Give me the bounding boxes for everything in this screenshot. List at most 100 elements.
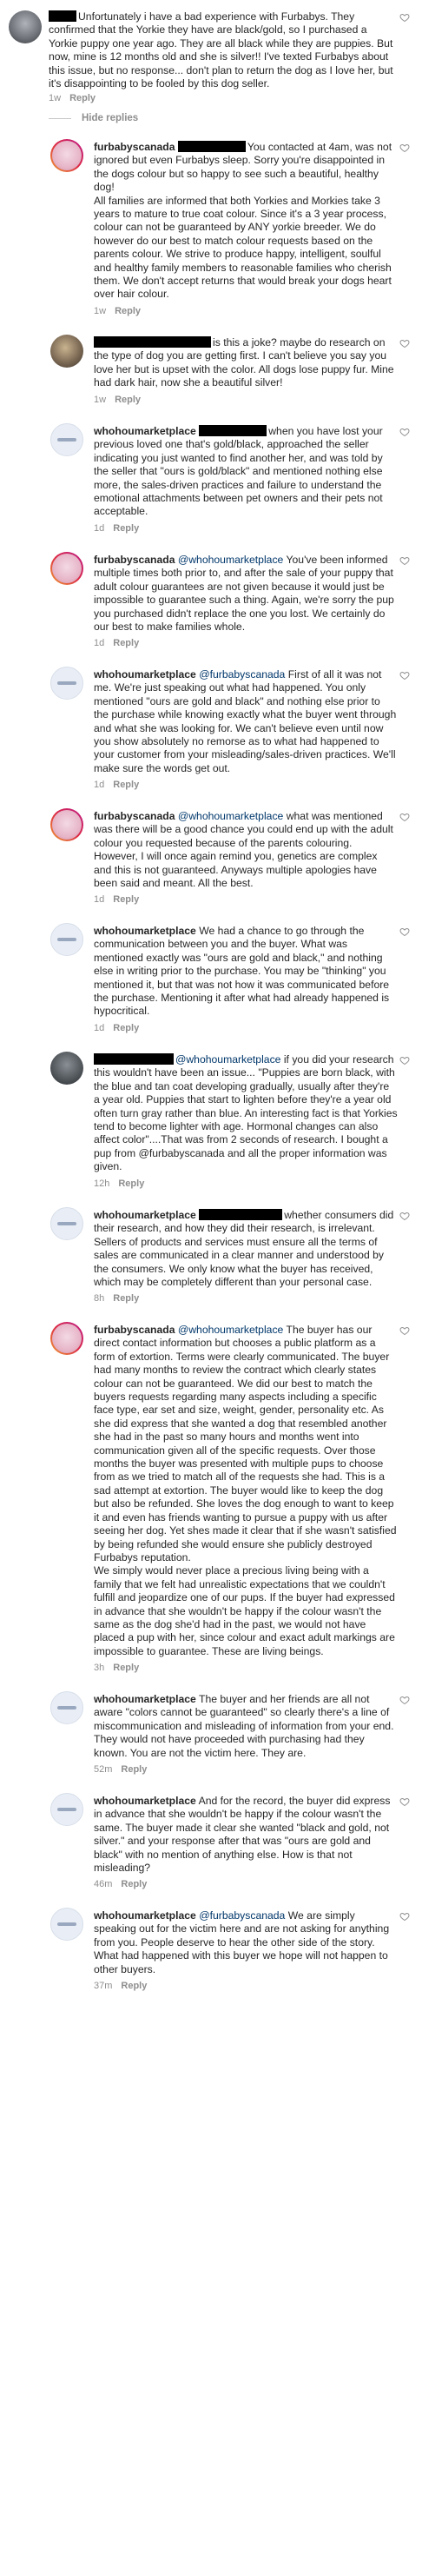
reply-button[interactable]: Reply xyxy=(118,1178,144,1189)
reply-button[interactable]: Reply xyxy=(113,1663,139,1673)
avatar[interactable] xyxy=(50,335,83,368)
heart-icon[interactable] xyxy=(399,812,410,822)
comment-mention[interactable]: @whohoumarketplace xyxy=(178,1324,283,1336)
comment-mention[interactable]: @whohoumarketplace xyxy=(175,1053,280,1066)
avatar[interactable] xyxy=(50,923,83,956)
store-logo-icon xyxy=(57,1808,76,1811)
redacted-username xyxy=(94,1053,174,1065)
reply-button[interactable]: Reply xyxy=(113,1023,139,1033)
comment-time: 3h xyxy=(94,1663,105,1673)
avatar[interactable] xyxy=(50,667,83,700)
comment-meta: 1d Reply xyxy=(94,779,148,791)
store-logo-icon xyxy=(57,1922,76,1926)
avatar[interactable] xyxy=(9,10,42,43)
reply-button[interactable]: Reply xyxy=(121,1764,147,1775)
avatar[interactable] xyxy=(50,1691,83,1724)
comment-meta: 52m Reply xyxy=(94,1763,155,1776)
heart-icon[interactable] xyxy=(399,1911,410,1922)
comment-mention[interactable]: @whohoumarketplace xyxy=(178,810,283,822)
reply-button[interactable]: Reply xyxy=(113,638,139,648)
heart-icon[interactable] xyxy=(399,143,410,153)
comment-time: 1d xyxy=(94,523,105,534)
comment-text: furbabyscanada @whohoumarketplace You've… xyxy=(94,554,398,634)
comment-meta: 1d Reply xyxy=(94,893,148,906)
heart-icon[interactable] xyxy=(399,1695,410,1705)
avatar[interactable] xyxy=(50,1207,83,1240)
comment-username[interactable]: whohoumarketplace xyxy=(94,1909,196,1922)
comment-text: whohoumarketplace @furbabyscanada We are… xyxy=(94,1909,398,1976)
heart-icon[interactable] xyxy=(399,1325,410,1336)
comment-mention[interactable]: @whohoumarketplace xyxy=(178,554,283,566)
avatar[interactable] xyxy=(50,1052,83,1085)
avatar[interactable] xyxy=(50,552,83,585)
redacted-username xyxy=(199,425,267,436)
comment-text: whohoumarketplace when you have lost you… xyxy=(94,425,398,519)
store-logo-icon xyxy=(57,1706,76,1710)
comment-username[interactable]: whohoumarketplace xyxy=(94,425,196,437)
comment-mention[interactable]: @furbabyscanada xyxy=(199,668,285,681)
heart-icon[interactable] xyxy=(399,1211,410,1221)
comment-time: 12h xyxy=(94,1178,110,1189)
comment-username[interactable]: furbabyscanada xyxy=(94,554,175,566)
reply-button[interactable]: Reply xyxy=(121,1879,147,1889)
redacted-username xyxy=(94,336,211,348)
comment-time: 52m xyxy=(94,1764,113,1775)
comment-username[interactable]: whohoumarketplace xyxy=(94,925,196,937)
reply-button[interactable]: Reply xyxy=(69,93,96,103)
comment-mention[interactable]: @furbabyscanada xyxy=(199,1909,285,1922)
comment-meta: 46m Reply xyxy=(94,1878,155,1890)
comment-username[interactable]: whohoumarketplace xyxy=(94,1209,196,1221)
comment-body: You contacted at 4am, was not ignored bu… xyxy=(94,141,392,301)
comment-body: We had a chance to go through the commun… xyxy=(94,925,390,1018)
comment-body: The buyer has our direct contact informa… xyxy=(94,1324,397,1657)
redacted-username xyxy=(49,10,76,22)
comment-text: whohoumarketplace We had a chance to go … xyxy=(94,925,398,1019)
heart-icon[interactable] xyxy=(399,926,410,937)
reply-button[interactable]: Reply xyxy=(115,395,141,405)
comment-meta: 8h Reply xyxy=(94,1292,148,1305)
reply-button[interactable]: Reply xyxy=(113,780,139,790)
avatar[interactable] xyxy=(50,1908,83,1941)
comment-thread: Unfortunately i have a bad experience wi… xyxy=(0,0,422,2576)
comment-username[interactable]: whohoumarketplace xyxy=(94,1693,196,1705)
comment-username[interactable]: furbabyscanada xyxy=(94,141,175,153)
reply-button[interactable]: Reply xyxy=(113,894,139,905)
comment-time: 1d xyxy=(94,638,105,648)
heart-icon[interactable] xyxy=(399,555,410,566)
reply-button[interactable]: Reply xyxy=(113,523,139,534)
store-logo-icon xyxy=(57,438,76,442)
reply-button[interactable]: Reply xyxy=(115,306,141,316)
comment-meta: 1w Reply xyxy=(49,92,104,104)
heart-icon[interactable] xyxy=(399,427,410,437)
comment-username[interactable]: whohoumarketplace xyxy=(94,668,196,681)
heart-icon[interactable] xyxy=(399,1796,410,1807)
comment-text: whohoumarketplace whether consumers did … xyxy=(94,1209,398,1289)
avatar[interactable] xyxy=(50,423,83,456)
heart-icon[interactable] xyxy=(399,338,410,349)
reply-button[interactable]: Reply xyxy=(121,1981,147,1991)
comment-time: 1w xyxy=(94,395,107,405)
comment-text: is this a joke? maybe do research on the… xyxy=(94,336,398,390)
comment-text: whohoumarketplace The buyer and her frie… xyxy=(94,1693,398,1760)
comment-time: 1d xyxy=(94,894,105,905)
comment-text: furbabyscanada @whohoumarketplace what w… xyxy=(94,810,398,890)
comment-text: furbabyscanada @whohoumarketplace The bu… xyxy=(94,1324,398,1658)
comment-meta: 1d Reply xyxy=(94,1022,148,1034)
hide-replies-button[interactable]: Hide replies xyxy=(82,113,138,123)
heart-icon[interactable] xyxy=(399,1055,410,1066)
avatar[interactable] xyxy=(50,139,83,172)
heart-icon[interactable] xyxy=(399,12,410,23)
redacted-username xyxy=(199,1209,283,1220)
comment-meta: 1w Reply xyxy=(94,394,149,406)
avatar[interactable] xyxy=(50,1322,83,1355)
avatar[interactable] xyxy=(50,1793,83,1826)
comment-body: Unfortunately i have a bad experience wi… xyxy=(49,10,393,90)
heart-icon[interactable] xyxy=(399,670,410,681)
avatar[interactable] xyxy=(50,808,83,841)
reply-button[interactable]: Reply xyxy=(113,1293,139,1304)
store-logo-icon xyxy=(57,681,76,685)
comment-username[interactable]: furbabyscanada xyxy=(94,1324,175,1336)
comment-username[interactable]: whohoumarketplace xyxy=(94,1795,196,1807)
comment-meta: 1w Reply xyxy=(94,305,149,317)
comment-username[interactable]: furbabyscanada xyxy=(94,810,175,822)
